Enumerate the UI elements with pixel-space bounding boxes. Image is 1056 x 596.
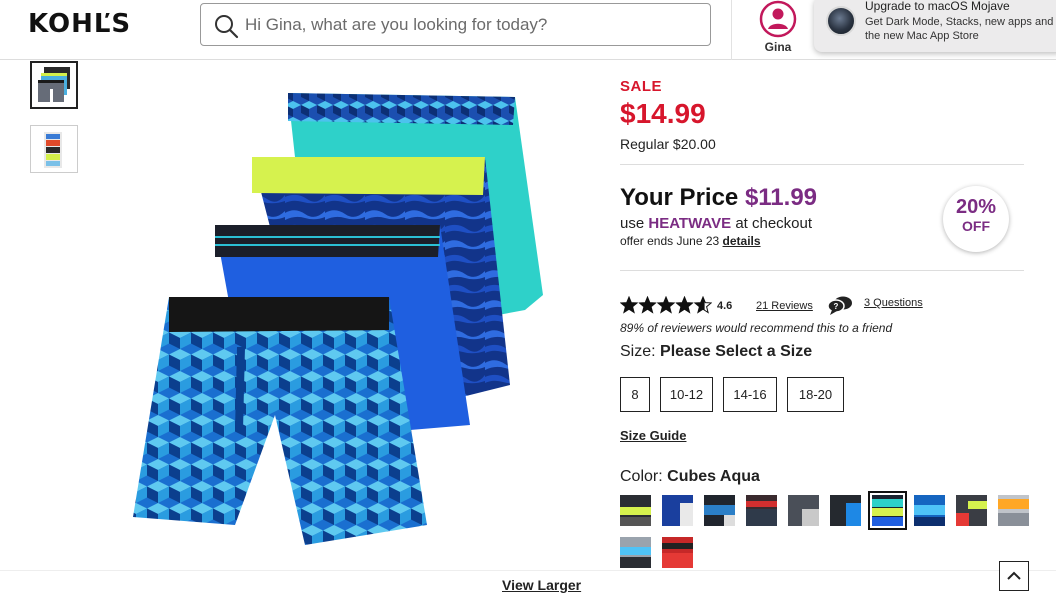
promo-suffix: at checkout bbox=[735, 215, 813, 232]
color-swatch[interactable] bbox=[830, 495, 861, 526]
chevron-up-icon bbox=[1007, 571, 1021, 580]
star-rating-icon[interactable] bbox=[620, 296, 712, 314]
your-price-label: Your Price bbox=[620, 184, 739, 211]
macos-notification[interactable]: Upgrade to macOS Mojave Get Dark Mode, S… bbox=[814, 0, 1056, 52]
offer-details-link[interactable]: details bbox=[723, 234, 761, 248]
color-swatch[interactable] bbox=[620, 537, 651, 568]
size-prompt: Please Select a Size bbox=[660, 343, 813, 360]
color-swatch[interactable] bbox=[746, 495, 777, 526]
promo-code-line: use HEATWAVE at checkout bbox=[620, 215, 812, 232]
color-swatch[interactable] bbox=[704, 495, 735, 526]
search-input[interactable] bbox=[245, 12, 695, 38]
size-label-text: Size: bbox=[620, 343, 656, 360]
notification-body: Get Dark Mode, Stacks, new apps and the … bbox=[865, 16, 1054, 42]
color-swatch[interactable] bbox=[998, 495, 1029, 526]
color-swatch-selected[interactable] bbox=[868, 491, 907, 530]
product-thumbnail-2[interactable] bbox=[30, 125, 78, 173]
product-main-image[interactable] bbox=[125, 85, 555, 555]
discount-badge: 20% OFF bbox=[943, 186, 1009, 252]
your-price-value: $11.99 bbox=[744, 184, 818, 211]
view-larger-link[interactable]: View Larger bbox=[502, 577, 581, 593]
size-option-8[interactable]: 8 bbox=[620, 377, 650, 412]
search-icon[interactable] bbox=[213, 13, 239, 39]
reviews-link[interactable]: 21 Reviews bbox=[756, 300, 813, 312]
promo-prefix: use bbox=[620, 215, 645, 232]
color-swatch[interactable] bbox=[620, 495, 651, 526]
svg-text:?: ? bbox=[834, 302, 839, 311]
rating-value: 4.6 bbox=[717, 300, 733, 312]
macos-mojave-icon bbox=[826, 6, 856, 36]
offer-text: offer ends June 23 bbox=[620, 234, 720, 248]
color-swatch[interactable] bbox=[914, 495, 945, 526]
color-swatch[interactable] bbox=[662, 495, 693, 526]
recommend-text: 89% of reviewers would recommend this to… bbox=[620, 321, 893, 335]
badge-off: OFF bbox=[962, 218, 990, 234]
color-label: Color: Cubes Aqua bbox=[620, 468, 760, 486]
notification-title: Upgrade to macOS Mojave bbox=[865, 0, 1010, 13]
scroll-to-top-button[interactable] bbox=[999, 561, 1029, 591]
size-option-14-16[interactable]: 14-16 bbox=[723, 377, 777, 412]
boxer-package-thumbnail-image bbox=[44, 132, 62, 168]
color-swatch[interactable] bbox=[662, 537, 693, 568]
search-bar[interactable] bbox=[200, 3, 711, 46]
sale-price: $14.99 bbox=[620, 98, 706, 129]
account-name: Gina bbox=[764, 40, 792, 54]
page-bottom-divider bbox=[0, 570, 1056, 571]
regular-price: Regular $20.00 bbox=[620, 136, 716, 152]
your-price-divider bbox=[620, 270, 1024, 271]
sale-label: SALE bbox=[620, 78, 663, 95]
kohls-logo[interactable]: KOHĽS bbox=[28, 9, 131, 39]
size-guide-link[interactable]: Size Guide bbox=[620, 428, 686, 443]
size-option-10-12[interactable]: 10-12 bbox=[660, 377, 713, 412]
questions-chat-icon[interactable]: ? bbox=[826, 295, 854, 315]
color-selected-name: Cubes Aqua bbox=[667, 468, 760, 485]
boxer-pack-thumbnail-image bbox=[38, 67, 70, 102]
account-avatar-icon bbox=[759, 0, 797, 38]
color-swatch[interactable] bbox=[956, 495, 987, 526]
price-divider bbox=[620, 164, 1024, 165]
your-price: Your Price $11.99 bbox=[620, 184, 817, 212]
header-divider bbox=[731, 0, 732, 60]
color-swatch[interactable] bbox=[788, 495, 819, 526]
questions-link[interactable]: 3 Questions bbox=[864, 297, 923, 309]
color-label-text: Color: bbox=[620, 468, 663, 485]
size-label: Size: Please Select a Size bbox=[620, 343, 812, 361]
size-option-18-20[interactable]: 18-20 bbox=[787, 377, 844, 412]
product-thumbnail-1[interactable] bbox=[30, 61, 78, 109]
promo-code: HEATWAVE bbox=[648, 215, 732, 232]
account-button[interactable]: Gina bbox=[756, 0, 800, 58]
offer-line: offer ends June 23 details bbox=[620, 234, 761, 248]
badge-percent: 20% bbox=[955, 196, 997, 218]
